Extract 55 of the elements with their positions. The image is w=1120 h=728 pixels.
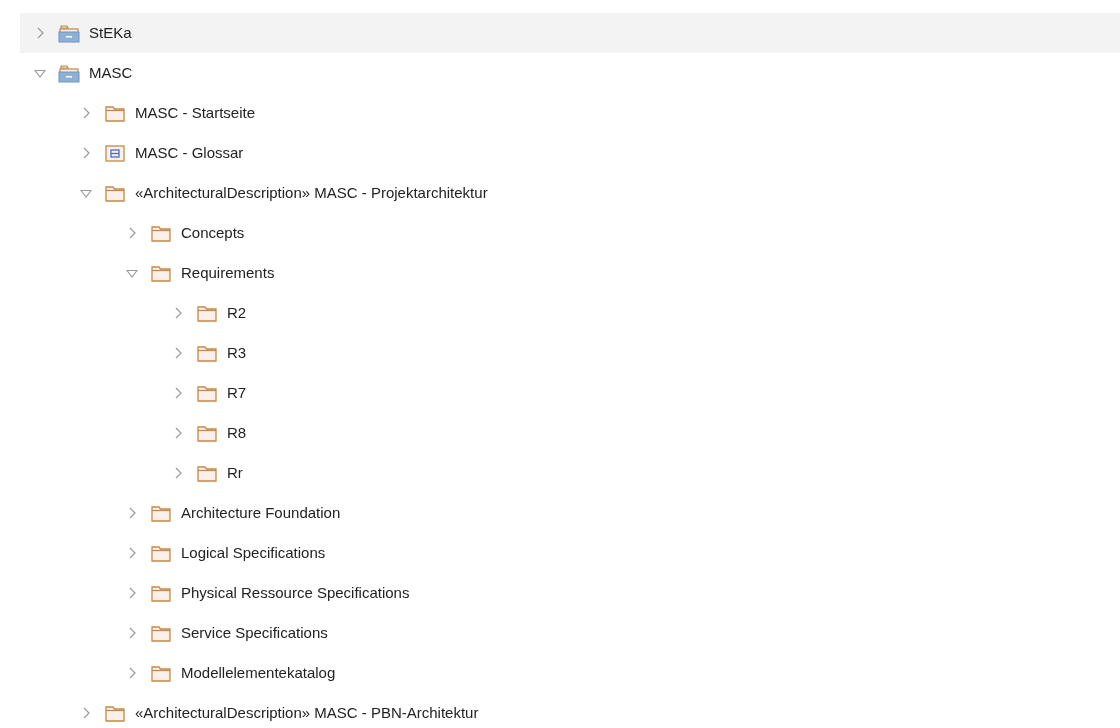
tree-label: Architecture Foundation (181, 502, 341, 523)
tree-label: Requirements (181, 262, 275, 283)
chevron-icon[interactable] (82, 107, 90, 119)
folder-icon (196, 383, 218, 403)
tree-label: Physical Ressource Specifications (181, 582, 410, 603)
chevron-icon[interactable] (82, 707, 90, 719)
folder-icon (150, 543, 172, 563)
chevron-icon[interactable] (174, 427, 182, 439)
chevron-icon[interactable] (174, 387, 182, 399)
folder-icon (104, 183, 126, 203)
chevron-icon[interactable] (82, 147, 90, 159)
package-icon (58, 23, 80, 43)
folder-icon (104, 103, 126, 123)
chevron-icon[interactable] (128, 627, 136, 639)
tree-label: Logical Specifications (181, 542, 326, 563)
tree-label: Service Specifications (181, 622, 328, 643)
tree-label: Modellelementekatalog (181, 662, 336, 683)
tree-label: «ArchitecturalDescription» MASC - Projektarchitektur (135, 182, 488, 203)
tree-label: R3 (227, 342, 247, 363)
folder-icon (150, 583, 172, 603)
folder-icon (196, 463, 218, 483)
chevron-icon[interactable] (174, 307, 182, 319)
tree-label: R2 (227, 302, 247, 323)
chevron-icon[interactable] (128, 667, 136, 679)
folder-icon (150, 663, 172, 683)
folder-icon (104, 703, 126, 723)
chevron-icon[interactable] (128, 507, 136, 519)
folder-icon (196, 303, 218, 323)
chevron-icon[interactable] (36, 27, 44, 39)
chevron-icon[interactable] (128, 587, 136, 599)
tree-label: MASC - Glossar (135, 142, 244, 163)
tree-row[interactable]: StEKa (20, 13, 1120, 53)
tree-label: R7 (227, 382, 247, 403)
folder-icon (150, 623, 172, 643)
expanded-icon[interactable] (34, 68, 46, 78)
tree-label: Concepts (181, 222, 245, 243)
tree-label: StEKa (89, 22, 132, 43)
folder-icon (196, 343, 218, 363)
chevron-icon[interactable] (174, 467, 182, 479)
expanded-icon[interactable] (126, 268, 138, 278)
folder-icon (196, 423, 218, 443)
tree-label: Rr (227, 462, 243, 483)
folder-icon (150, 503, 172, 523)
tree-label: R8 (227, 422, 247, 443)
folder-icon (150, 263, 172, 283)
folder-icon (150, 223, 172, 243)
tree-label: «ArchitecturalDescription» MASC - PBN-Architektur (135, 702, 479, 723)
chevron-icon[interactable] (174, 347, 182, 359)
tree-label: MASC (89, 62, 133, 83)
package-icon (58, 63, 80, 83)
glossary-icon (104, 143, 126, 163)
tree-label: MASC - Startseite (135, 102, 256, 123)
chevron-icon[interactable] (128, 227, 136, 239)
expanded-icon[interactable] (80, 188, 92, 198)
chevron-icon[interactable] (128, 547, 136, 559)
